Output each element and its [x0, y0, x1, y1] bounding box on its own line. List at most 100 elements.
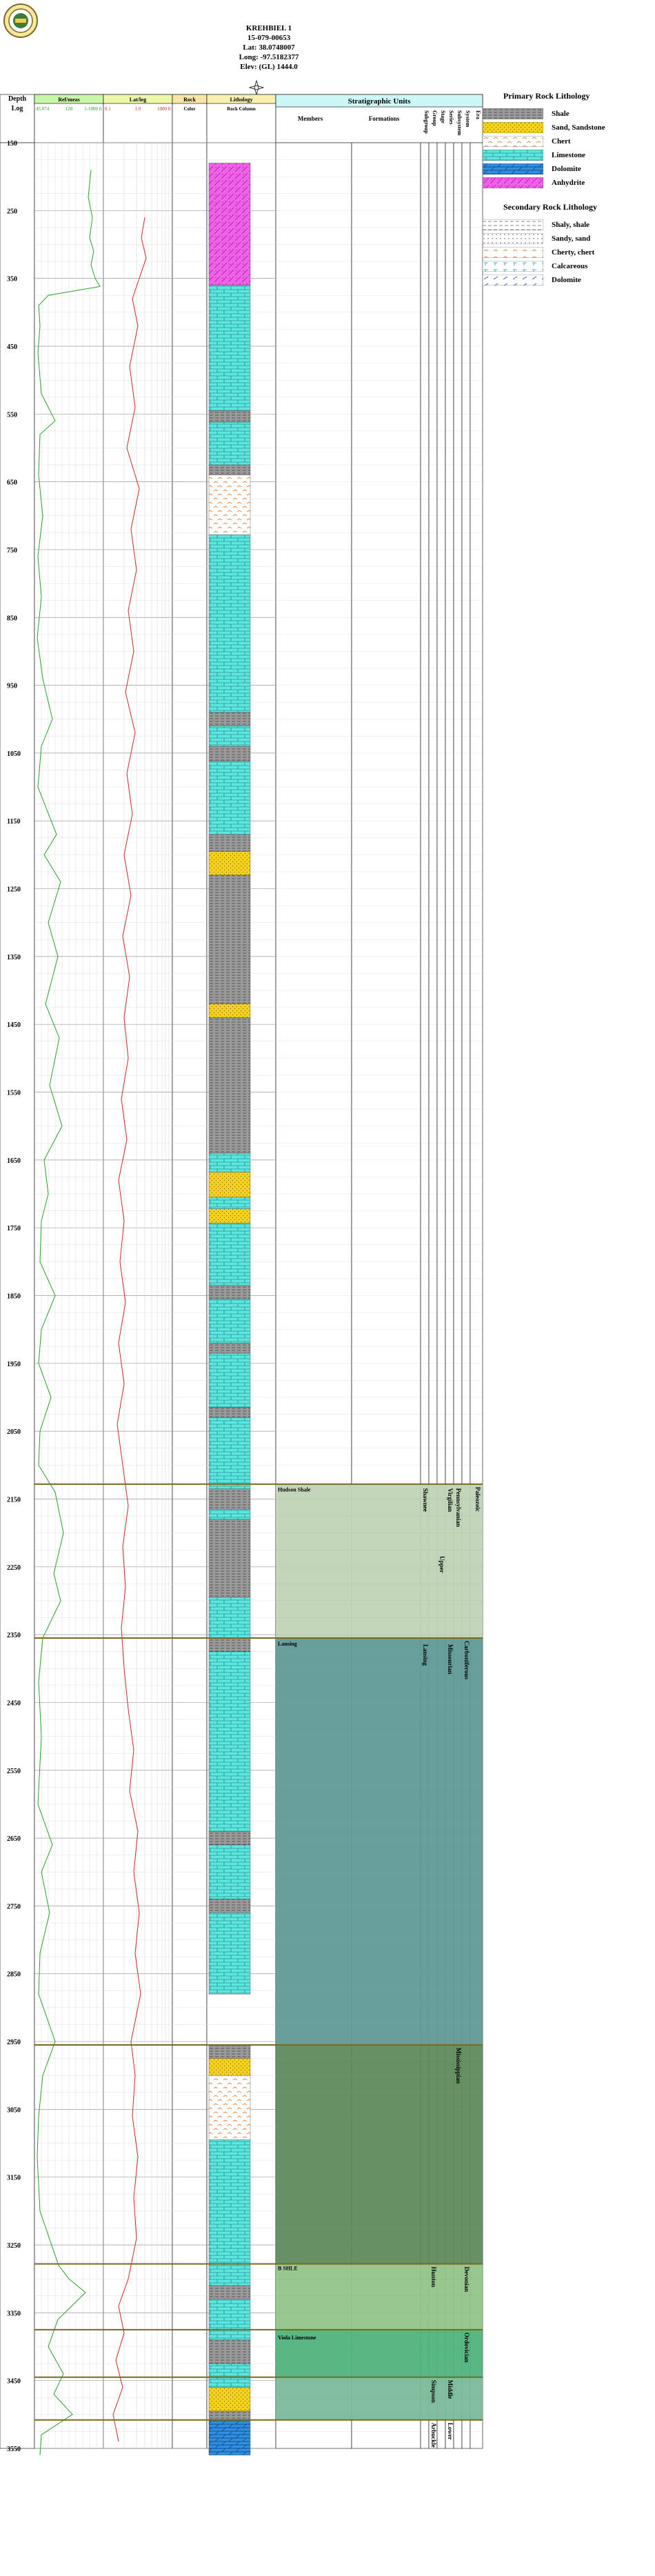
depth-label: 2850 [7, 1971, 21, 1979]
lat-scale-max: 1000 ft [157, 106, 171, 112]
depth-label: 2350 [7, 1632, 21, 1639]
depth-label: 1350 [7, 954, 21, 961]
legend-swatch [483, 261, 543, 272]
legend-swatch [483, 219, 543, 230]
legend-label: Sand, Sandstone [552, 123, 605, 132]
lith-sandstone [208, 2387, 251, 2412]
depth-label: 2750 [7, 1903, 21, 1910]
unit-label: Missourian [447, 1644, 454, 1675]
legend-row: Dolomite [483, 162, 641, 176]
lith-limestone [208, 1152, 251, 1172]
lith-sandstone [208, 1172, 251, 1198]
depth-label: 250 [7, 208, 17, 215]
legend-row: Anhydrite [483, 176, 641, 190]
unit-label: Shawnee [422, 1488, 429, 1512]
lith-chert [208, 475, 251, 535]
lithology-legend: Primary Rock Lithology Shale Sand, Sandst… [483, 91, 641, 287]
depth-label: 3250 [7, 2242, 21, 2250]
legend-row: Shale [483, 107, 641, 121]
rock-title: Rock [183, 97, 196, 103]
swatch-fill [483, 261, 543, 272]
lat-scale-min: 0.1 [105, 106, 111, 112]
lith-sandstone [208, 851, 251, 876]
unit-label: Arbuckle [430, 2423, 437, 2448]
lith-limestone [208, 421, 251, 466]
lith-sandstone [208, 2058, 251, 2076]
lith-limestone [208, 1509, 251, 1520]
lith-chert [208, 2075, 251, 2140]
lithology-column [208, 163, 251, 2456]
lith-shale [208, 2339, 251, 2364]
lith-limestone [208, 726, 251, 747]
lith-sandstone [208, 1004, 251, 1018]
depth-label: 2650 [7, 1835, 21, 1843]
depth-label: 150 [7, 140, 17, 148]
depth-label: 3350 [7, 2310, 21, 2317]
swatch-fill [483, 163, 543, 174]
legend-row: Dolomite [483, 273, 641, 287]
member-label: Hudson Shale [278, 1487, 311, 1493]
members-title: Members [298, 115, 323, 122]
swatch-fill [483, 274, 543, 286]
lith-shale [208, 1488, 251, 1510]
unit-label: Simpson [430, 2380, 437, 2403]
depth-label: 1750 [7, 1225, 21, 1232]
rank-title: Stage [440, 110, 446, 123]
lith-sandstone [208, 1208, 251, 1224]
unit-label: Virgilian [447, 1488, 454, 1512]
legend-swatch [483, 247, 543, 258]
lith-limestone [208, 1223, 251, 1286]
lat-scale-mid: 1.0 [135, 106, 141, 112]
legend-label: Anhydrite [552, 179, 585, 187]
unit-label: Ordovician [463, 2333, 470, 2363]
unit-label: Pennsylvanian [455, 1488, 462, 1527]
legend-swatch [483, 233, 543, 244]
legend-swatch [483, 122, 543, 133]
lith-shale [208, 712, 251, 726]
depth-label: 450 [7, 343, 17, 351]
rank-title: System [465, 110, 471, 128]
depth-label: 1550 [7, 1090, 21, 1097]
depth-label: 3550 [7, 2446, 21, 2453]
lith-shale [208, 875, 251, 1004]
strat-band [276, 2264, 483, 2330]
lith-limestone [208, 1299, 251, 1344]
lith-anhydrite [208, 163, 251, 286]
legend-label: Shale [552, 110, 570, 118]
swatch-fill [483, 150, 543, 161]
lith-shale [208, 1637, 251, 1652]
lith-limestone [208, 1913, 251, 1995]
depth-label: 2050 [7, 1428, 21, 1436]
unit-label: Lansing [422, 1644, 429, 1666]
depth-title: Depth [8, 95, 27, 103]
unit-label: Middle [447, 2380, 454, 2399]
legend-label: Dolomite [552, 276, 581, 284]
rank-title: Subsystem [456, 110, 463, 136]
lith-limestone [208, 1597, 251, 1639]
strat-band [276, 2044, 483, 2264]
lith-limestone [208, 2299, 251, 2340]
legend-label: Chert [552, 137, 571, 146]
lith-shale [208, 410, 251, 423]
lith-limestone [208, 1844, 251, 1899]
lith-shale [208, 746, 251, 761]
legend-row: Cherty, chert [483, 246, 641, 259]
lith-limestone [208, 1651, 251, 1832]
legend-row: Chert [483, 134, 641, 148]
secondary-legend-list: Shaly, shale Sandy, sand Cherty, chert Calc… [483, 218, 641, 287]
unit-label: Upper [439, 1556, 445, 1573]
lith-shale [208, 834, 251, 852]
rank-title: Subgroup [423, 110, 430, 134]
depth-label: 2150 [7, 1496, 21, 1504]
legend-label: Sandy, sand [552, 234, 591, 243]
legend-swatch [483, 163, 543, 174]
legend-row: Sandy, sand [483, 232, 641, 246]
lith-shale [208, 2044, 251, 2059]
lith-shale [208, 1519, 251, 1598]
depth-label: 1050 [7, 750, 21, 758]
depth-label: 3450 [7, 2378, 21, 2386]
lith-limestone [208, 761, 251, 835]
lith-shale [208, 1285, 251, 1299]
swatch-fill [483, 247, 543, 258]
rank-title: Group [432, 110, 438, 126]
